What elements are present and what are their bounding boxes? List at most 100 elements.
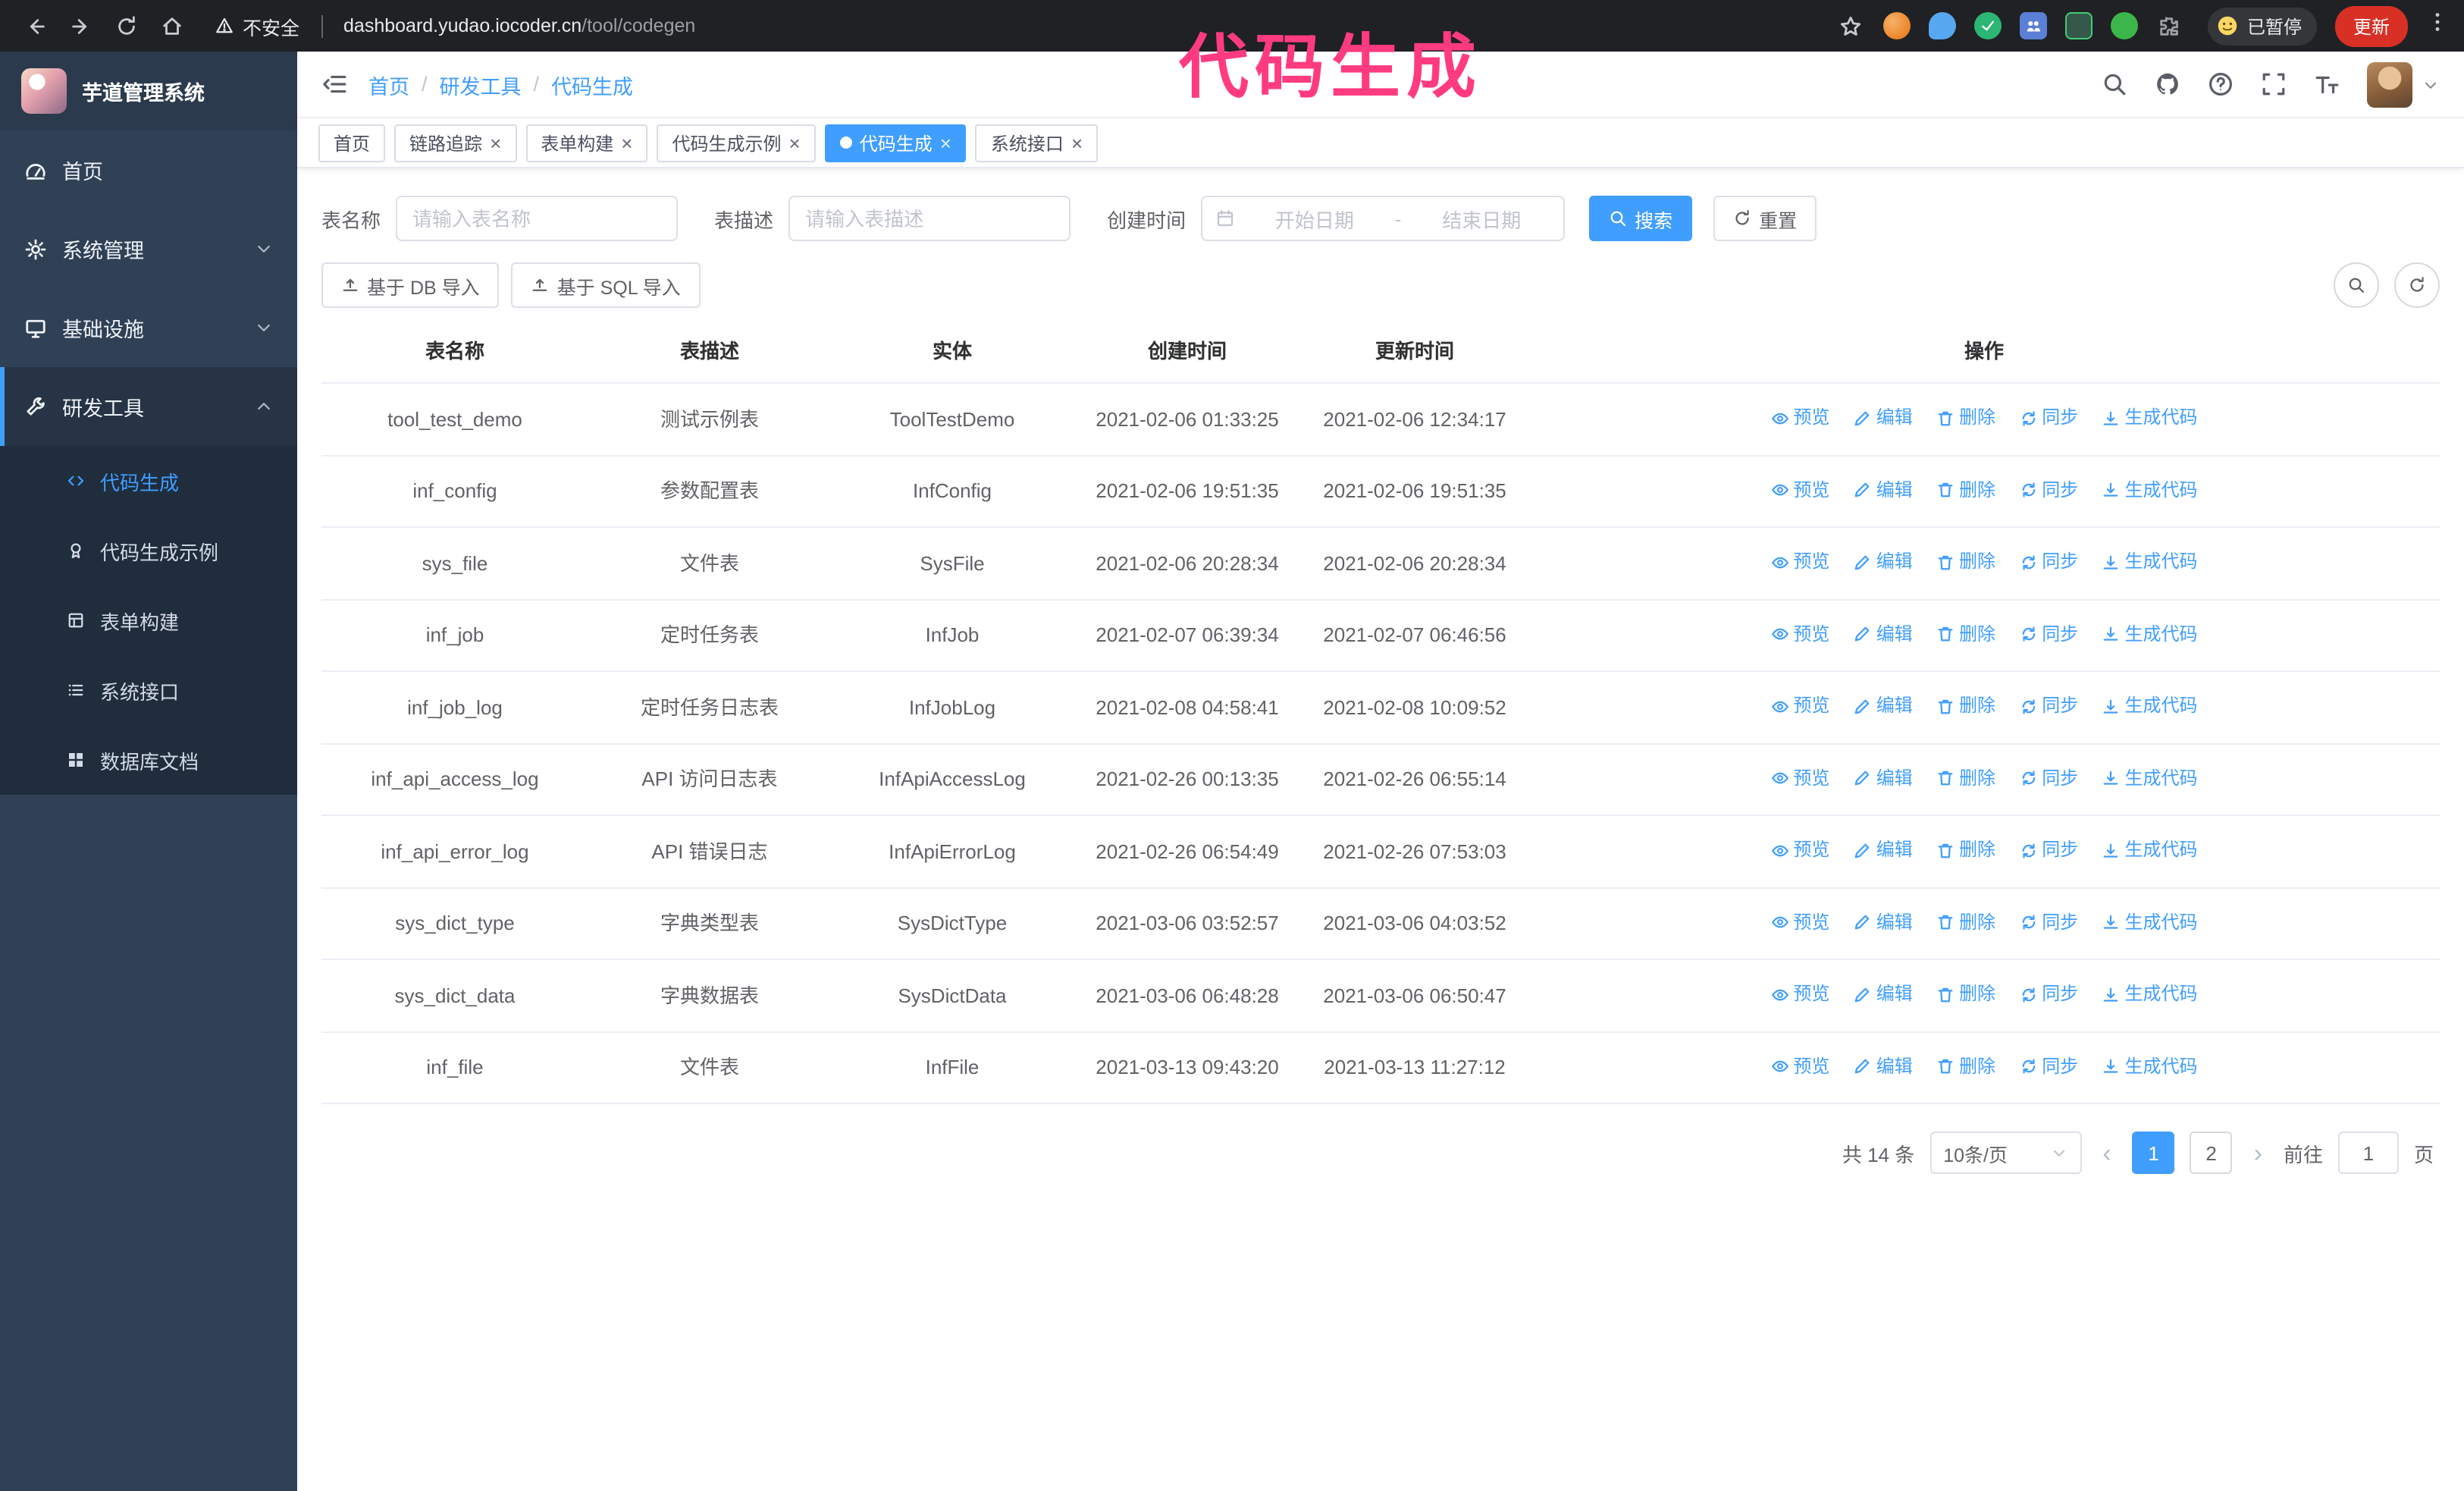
table-row[interactable]: sys_dict_data 字典数据表 SysDictData 2021-03-… xyxy=(321,959,2440,1032)
bookmark-star-button[interactable] xyxy=(1832,6,1871,46)
forward-button[interactable] xyxy=(61,6,100,46)
table-row[interactable]: inf_config 参数配置表 InfConfig 2021-02-06 19… xyxy=(321,455,2440,528)
delete-link[interactable]: 删除 xyxy=(1936,618,1995,650)
extension-icon-4[interactable] xyxy=(2019,12,2047,39)
preview-link[interactable]: 预览 xyxy=(1770,906,1829,938)
table-name-input[interactable] xyxy=(396,196,679,241)
generate-code-link[interactable]: 生成代码 xyxy=(2102,402,2198,434)
sync-link[interactable]: 同步 xyxy=(2019,978,2078,1010)
end-date-input[interactable]: 结束日期 xyxy=(1413,204,1550,233)
tab-close-icon[interactable]: × xyxy=(940,133,951,152)
preview-link[interactable]: 预览 xyxy=(1770,834,1829,866)
sidebar-item-home[interactable]: 首页 xyxy=(0,130,297,209)
edit-link[interactable]: 编辑 xyxy=(1854,546,1913,578)
tag-tab[interactable]: 表单构建 × xyxy=(525,124,648,162)
sync-link[interactable]: 同步 xyxy=(2019,474,2078,506)
edit-link[interactable]: 编辑 xyxy=(1854,834,1913,866)
preview-link[interactable]: 预览 xyxy=(1770,978,1829,1010)
browser-menu-button[interactable] xyxy=(2426,11,2449,41)
delete-link[interactable]: 删除 xyxy=(1936,978,1995,1010)
date-range-picker[interactable]: 开始日期 - 结束日期 xyxy=(1201,196,1566,241)
extensions-puzzle-icon[interactable] xyxy=(2156,12,2183,39)
edit-link[interactable]: 编辑 xyxy=(1854,906,1913,938)
browser-update-button[interactable]: 更新 xyxy=(2334,5,2408,46)
reload-button[interactable] xyxy=(106,6,146,46)
delete-link[interactable]: 删除 xyxy=(1936,1050,1995,1082)
tag-tab[interactable]: 首页 xyxy=(318,124,386,162)
edit-link[interactable]: 编辑 xyxy=(1854,474,1913,506)
sidebar-item-system-api[interactable]: 系统接口 xyxy=(0,655,297,725)
delete-link[interactable]: 删除 xyxy=(1936,906,1995,938)
github-link[interactable] xyxy=(2155,71,2180,97)
sync-link[interactable]: 同步 xyxy=(2019,906,2078,938)
sync-link[interactable]: 同步 xyxy=(2019,690,2078,722)
sync-link[interactable]: 同步 xyxy=(2019,546,2078,578)
sync-link[interactable]: 同步 xyxy=(2019,618,2078,650)
table-row[interactable]: tool_test_demo 测试示例表 ToolTestDemo 2021-0… xyxy=(321,383,2440,456)
generate-code-link[interactable]: 生成代码 xyxy=(2102,762,2198,794)
preview-link[interactable]: 预览 xyxy=(1770,546,1829,578)
preview-link[interactable]: 预览 xyxy=(1770,1050,1829,1082)
search-toggle-button[interactable] xyxy=(2334,262,2379,308)
table-row[interactable]: inf_api_error_log API 错误日志 InfApiErrorLo… xyxy=(321,815,2440,888)
sidebar-item-form-builder[interactable]: 表单构建 xyxy=(0,585,297,655)
generate-code-link[interactable]: 生成代码 xyxy=(2102,906,2198,938)
sidebar-item-codegen-example[interactable]: 代码生成示例 xyxy=(0,516,297,585)
paused-badge[interactable]: 已暂停 xyxy=(2207,7,2317,45)
fullscreen-button[interactable] xyxy=(2261,71,2287,97)
sidebar-item-codegen[interactable]: 代码生成 xyxy=(0,446,297,516)
generate-code-link[interactable]: 生成代码 xyxy=(2102,1050,2198,1082)
table-row[interactable]: inf_job_log 定时任务日志表 InfJobLog 2021-02-08… xyxy=(321,671,2440,744)
font-size-button[interactable] xyxy=(2314,71,2340,97)
goto-page-input[interactable] xyxy=(2337,1132,2399,1174)
tab-close-icon[interactable]: × xyxy=(490,133,501,152)
table-desc-input[interactable] xyxy=(788,196,1071,241)
delete-link[interactable]: 删除 xyxy=(1936,762,1995,794)
delete-link[interactable]: 删除 xyxy=(1936,834,1995,866)
sidebar-item-infra[interactable]: 基础设施 xyxy=(0,288,297,367)
site-security-chip[interactable]: 不安全 xyxy=(215,11,299,40)
tab-close-icon[interactable]: × xyxy=(789,133,801,152)
search-button[interactable]: 搜索 xyxy=(1589,196,1693,241)
sync-link[interactable]: 同步 xyxy=(2019,1050,2078,1082)
tab-close-icon[interactable]: × xyxy=(621,133,632,152)
tag-tab[interactable]: 链路追踪 × xyxy=(394,124,517,162)
generate-code-link[interactable]: 生成代码 xyxy=(2102,546,2198,578)
extension-icon-1[interactable] xyxy=(1882,12,1911,39)
delete-link[interactable]: 删除 xyxy=(1936,546,1995,578)
home-button[interactable] xyxy=(152,6,191,46)
edit-link[interactable]: 编辑 xyxy=(1854,402,1913,434)
edit-link[interactable]: 编辑 xyxy=(1854,1050,1913,1082)
generate-code-link[interactable]: 生成代码 xyxy=(2102,474,2198,506)
preview-link[interactable]: 预览 xyxy=(1770,474,1829,506)
breadcrumb-devtools[interactable]: 研发工具 xyxy=(440,69,522,99)
page-button-2[interactable]: 2 xyxy=(2190,1132,2233,1174)
start-date-input[interactable]: 开始日期 xyxy=(1246,204,1383,233)
breadcrumb-home[interactable]: 首页 xyxy=(368,69,409,99)
refresh-table-button[interactable] xyxy=(2394,262,2440,308)
generate-code-link[interactable]: 生成代码 xyxy=(2102,690,2198,722)
import-sql-button[interactable]: 基于 SQL 导入 xyxy=(511,262,701,308)
sync-link[interactable]: 同步 xyxy=(2019,834,2078,866)
preview-link[interactable]: 预览 xyxy=(1770,690,1829,722)
extension-icon-6[interactable] xyxy=(2110,12,2138,39)
sidebar-item-db-docs[interactable]: 数据库文档 xyxy=(0,725,297,795)
table-row[interactable]: inf_api_access_log API 访问日志表 InfApiAcces… xyxy=(321,743,2440,816)
preview-link[interactable]: 预览 xyxy=(1770,618,1829,650)
back-button[interactable] xyxy=(15,6,55,46)
user-menu[interactable] xyxy=(2367,61,2440,107)
address-url[interactable]: dashboard.yudao.iocoder.cn/tool/codegen xyxy=(343,15,695,36)
edit-link[interactable]: 编辑 xyxy=(1854,762,1913,794)
edit-link[interactable]: 编辑 xyxy=(1854,978,1913,1010)
delete-link[interactable]: 删除 xyxy=(1936,402,1995,434)
page-size-select[interactable]: 10条/页 xyxy=(1930,1132,2082,1174)
preview-link[interactable]: 预览 xyxy=(1770,762,1829,794)
extension-icon-5[interactable] xyxy=(2064,12,2093,39)
table-row[interactable]: sys_dict_type 字典类型表 SysDictType 2021-03-… xyxy=(321,887,2440,960)
reset-button[interactable]: 重置 xyxy=(1713,196,1817,241)
delete-link[interactable]: 删除 xyxy=(1936,690,1995,722)
sync-link[interactable]: 同步 xyxy=(2019,402,2078,434)
generate-code-link[interactable]: 生成代码 xyxy=(2102,618,2198,650)
sidebar-item-devtools[interactable]: 研发工具 xyxy=(0,367,297,446)
generate-code-link[interactable]: 生成代码 xyxy=(2102,978,2198,1010)
